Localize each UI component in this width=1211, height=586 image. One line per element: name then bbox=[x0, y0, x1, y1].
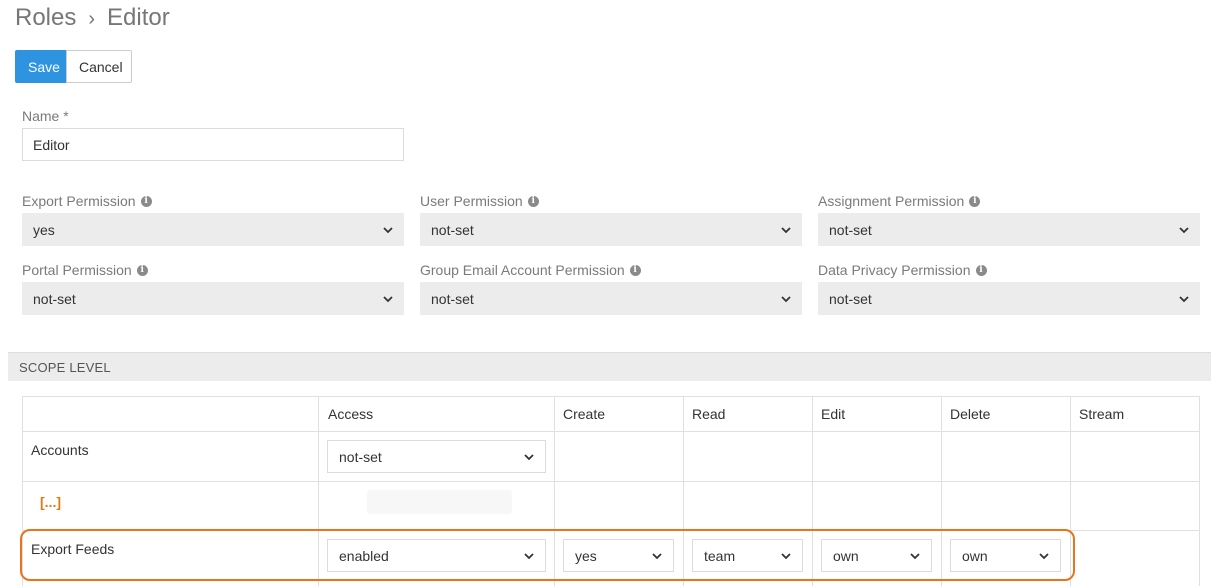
chevron-down-icon bbox=[524, 552, 534, 559]
chevron-down-icon bbox=[1179, 226, 1189, 233]
column-header-edit: Edit bbox=[821, 406, 846, 422]
user-permission-select[interactable]: not-set bbox=[420, 213, 802, 246]
export-feeds-create-value: yes bbox=[575, 547, 597, 564]
chevron-down-icon bbox=[781, 226, 791, 233]
table-border bbox=[22, 530, 1200, 531]
export-permission-label-text: Export Permission bbox=[22, 193, 136, 209]
assignment-permission-label-text: Assignment Permission bbox=[818, 193, 965, 209]
row-label-export-feeds: Export Feeds bbox=[31, 541, 115, 557]
accounts-access-select[interactable]: not-set bbox=[327, 440, 546, 473]
export-feeds-access-select[interactable]: enabled bbox=[327, 539, 546, 572]
group-email-account-permission-select[interactable]: not-set bbox=[420, 282, 802, 315]
export-feeds-edit-select[interactable]: own bbox=[821, 539, 932, 572]
export-permission-label: Export Permission i bbox=[22, 193, 152, 209]
group-email-account-permission-label-text: Group Email Account Permission bbox=[420, 262, 625, 278]
user-permission-value: not-set bbox=[431, 221, 474, 238]
data-privacy-permission-select[interactable]: not-set bbox=[818, 282, 1200, 315]
column-header-read: Read bbox=[692, 406, 726, 422]
info-icon[interactable]: i bbox=[629, 264, 641, 276]
export-feeds-read-select[interactable]: team bbox=[692, 539, 803, 572]
omitted-rows-ellipsis: [...] bbox=[40, 494, 61, 510]
export-permission-select[interactable]: yes bbox=[22, 213, 404, 246]
page-title: Editor bbox=[107, 4, 170, 31]
table-border bbox=[554, 396, 555, 586]
table-border bbox=[941, 396, 942, 586]
table-border bbox=[1199, 396, 1200, 586]
column-header-delete: Delete bbox=[950, 406, 991, 422]
info-icon[interactable]: i bbox=[136, 264, 148, 276]
save-button[interactable]: Save bbox=[15, 50, 67, 83]
chevron-down-icon bbox=[383, 226, 393, 233]
column-header-stream: Stream bbox=[1079, 406, 1125, 422]
name-input[interactable] bbox=[22, 128, 404, 161]
data-privacy-permission-label-text: Data Privacy Permission bbox=[818, 262, 971, 278]
portal-permission-value: not-set bbox=[33, 290, 76, 307]
export-feeds-create-select[interactable]: yes bbox=[563, 539, 674, 572]
table-border bbox=[318, 396, 319, 586]
name-label: Name * bbox=[22, 108, 69, 124]
chevron-down-icon bbox=[910, 552, 920, 559]
chevron-down-icon bbox=[781, 295, 791, 302]
table-border bbox=[812, 396, 813, 586]
table-border bbox=[22, 396, 1200, 397]
chevron-down-icon bbox=[1179, 295, 1189, 302]
chevron-down-icon bbox=[652, 552, 662, 559]
export-permission-value: yes bbox=[33, 221, 55, 238]
chevron-down-icon bbox=[781, 552, 791, 559]
export-feeds-edit-value: own bbox=[833, 547, 859, 564]
portal-permission-label: Portal Permission i bbox=[22, 262, 148, 278]
breadcrumb: Roles › Editor bbox=[15, 4, 170, 32]
breadcrumb-roles-link[interactable]: Roles bbox=[15, 4, 76, 31]
column-header-create: Create bbox=[563, 406, 606, 422]
export-feeds-access-value: enabled bbox=[339, 547, 389, 564]
table-border bbox=[22, 431, 1200, 432]
export-feeds-read-value: team bbox=[704, 547, 736, 564]
table-border bbox=[683, 396, 684, 586]
chevron-down-icon bbox=[383, 295, 393, 302]
user-permission-label-text: User Permission bbox=[420, 193, 523, 209]
user-permission-label: User Permission i bbox=[420, 193, 539, 209]
info-icon[interactable]: i bbox=[969, 195, 981, 207]
portal-permission-label-text: Portal Permission bbox=[22, 262, 132, 278]
info-icon[interactable]: i bbox=[527, 195, 539, 207]
table-border bbox=[22, 396, 23, 586]
column-header-access: Access bbox=[328, 406, 374, 422]
chevron-down-icon bbox=[1039, 552, 1049, 559]
export-feeds-delete-value: own bbox=[962, 547, 988, 564]
scope-table: Access Create Read Edit Delete Stream Ac… bbox=[22, 396, 1200, 586]
assignment-permission-select[interactable]: not-set bbox=[818, 213, 1200, 246]
assignment-permission-value: not-set bbox=[829, 221, 872, 238]
data-privacy-permission-value: not-set bbox=[829, 290, 872, 307]
table-border bbox=[1070, 396, 1071, 586]
accounts-access-value: not-set bbox=[339, 448, 382, 465]
info-icon[interactable]: i bbox=[140, 195, 152, 207]
table-border bbox=[22, 481, 1200, 482]
data-privacy-permission-label: Data Privacy Permission i bbox=[818, 262, 987, 278]
row-label-accounts: Accounts bbox=[31, 442, 89, 458]
cancel-button[interactable]: Cancel bbox=[66, 50, 132, 83]
group-email-account-permission-label: Group Email Account Permission i bbox=[420, 262, 641, 278]
export-feeds-delete-select[interactable]: own bbox=[950, 539, 1061, 572]
info-icon[interactable]: i bbox=[975, 264, 987, 276]
group-email-account-permission-value: not-set bbox=[431, 290, 474, 307]
blurred-placeholder bbox=[367, 490, 512, 514]
chevron-down-icon bbox=[524, 453, 534, 460]
scope-level-header: SCOPE LEVEL bbox=[8, 352, 1211, 381]
assignment-permission-label: Assignment Permission i bbox=[818, 193, 981, 209]
portal-permission-select[interactable]: not-set bbox=[22, 282, 404, 315]
breadcrumb-separator: › bbox=[88, 8, 96, 30]
